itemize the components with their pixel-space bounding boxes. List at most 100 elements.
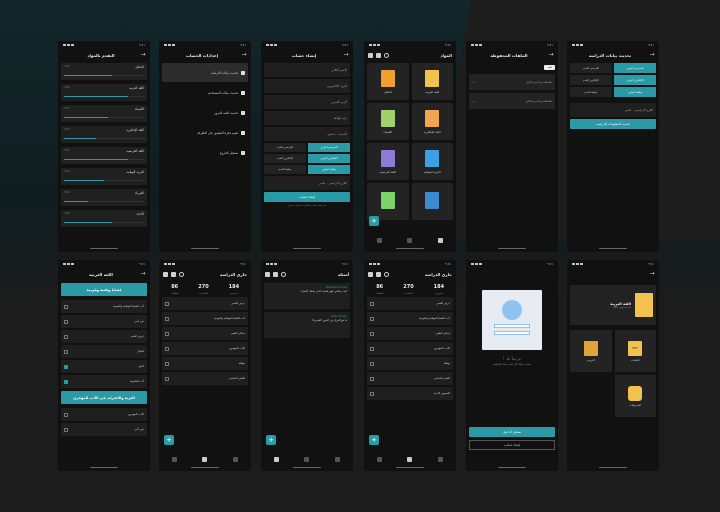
nav-chat-icon[interactable] [407, 456, 413, 462]
checkbox[interactable] [165, 376, 169, 381]
lesson-row[interactable]: المقال [61, 345, 147, 358]
file-badge[interactable]: ملف [544, 65, 555, 70]
checkbox[interactable] [370, 316, 374, 321]
subject-card[interactable]: الكيمياء [367, 103, 409, 140]
back-arrow-icon[interactable]: → [649, 271, 655, 277]
checkbox[interactable] [370, 376, 374, 381]
subject-card[interactable] [411, 183, 453, 220]
subject-card[interactable] [367, 183, 409, 220]
back-arrow-icon[interactable]: → [343, 52, 349, 58]
nav-settings-icon[interactable] [376, 456, 382, 462]
saved-note[interactable]: ملاحظة من الدرس الأول ---- [469, 74, 555, 90]
files-card[interactable]: PDF الملفات [614, 330, 656, 372]
form-field[interactable]: الرمز السري [264, 95, 350, 109]
settings-item[interactable]: تسجيل الخروج [162, 143, 248, 162]
checkbox[interactable] [64, 304, 68, 309]
gear-icon[interactable] [265, 271, 270, 277]
back-arrow-icon[interactable]: → [649, 52, 655, 58]
option-chip[interactable]: الإنكليزي أجباري [614, 75, 656, 85]
lesson-row[interactable]: الأدب المهجري [162, 342, 248, 355]
progress-card[interactable]: الفيزياء %30 [61, 189, 147, 206]
form-field[interactable]: الاسم الثلاثي [264, 63, 350, 77]
settings-item[interactable]: تقييم فكرة التطبيق على التلغرام [162, 123, 248, 142]
add-button[interactable]: + [266, 435, 276, 445]
subject-card[interactable]: اللغة العربية [411, 63, 453, 100]
progress-card[interactable]: التربية الوطنية %50 [61, 168, 147, 185]
sun-icon[interactable] [384, 52, 389, 58]
lesson-row[interactable]: الأدب المهجري [367, 342, 453, 355]
folder-icon[interactable] [376, 52, 381, 58]
subject-card[interactable]: التربية الوطنية [411, 143, 453, 180]
sun-icon[interactable] [281, 271, 286, 277]
option-chip[interactable]: وطنية الخدم [570, 87, 612, 97]
lesson-row[interactable]: أدب القضايا الوطنية والقومية [61, 300, 147, 313]
gear-icon[interactable] [368, 271, 373, 277]
form-field[interactable]: البريد الالكتروني [264, 79, 350, 93]
branch-select[interactable]: الفرع الدراسي - علمي [570, 103, 656, 117]
checkbox[interactable] [370, 346, 374, 351]
checkbox[interactable] [64, 319, 68, 324]
nav-settings-icon[interactable] [171, 456, 177, 462]
checkbox[interactable] [165, 346, 169, 351]
subject-card[interactable]: اللغة الإنكليزية [411, 103, 453, 140]
lessons-card[interactable]: الدروس [570, 330, 612, 372]
question-card[interactable]: Mohamed Ahmed كيف يمكنني فهم قصيدة النثر … [264, 283, 350, 309]
lesson-row[interactable]: توطئة [162, 357, 248, 370]
subject-card[interactable]: اللغة الفرنسية [367, 143, 409, 180]
settings-item[interactable]: تحديث بيانات المستخدم [162, 83, 248, 102]
option-chip[interactable]: وطنية أجباري [308, 165, 350, 174]
lesson-row[interactable]: النصوص الأدبية [367, 387, 453, 400]
lesson-row[interactable]: مجالي الطبي [162, 327, 248, 340]
videos-card[interactable]: الفيديوهات [614, 375, 656, 417]
checkbox[interactable] [165, 301, 169, 306]
nav-chat-icon[interactable] [202, 456, 208, 462]
back-arrow-icon[interactable]: → [140, 271, 146, 277]
form-field[interactable]: رقم الهاتف [264, 111, 350, 125]
lesson-row[interactable]: توطئة [367, 357, 453, 370]
section-banner[interactable]: قضايا وطنية وقومية [61, 283, 147, 296]
checkbox[interactable] [64, 412, 68, 417]
nav-books-icon[interactable] [438, 237, 444, 243]
question-card[interactable]: Omar Hassan ما هو الفرق بين البحور الشعري… [264, 312, 350, 338]
lesson-row[interactable]: الشعر العباسي [162, 372, 248, 385]
nav-chat-icon[interactable] [304, 456, 310, 462]
option-chip[interactable]: وطنية أجباري [614, 87, 656, 97]
option-chip[interactable]: الفرنسي الخدم [264, 143, 306, 152]
checkbox[interactable] [64, 349, 68, 354]
lesson-row[interactable]: الشعر العباسي [367, 372, 453, 385]
nav-books-icon[interactable] [335, 456, 341, 462]
settings-item[interactable]: تحديث كلمة المرور [162, 103, 248, 122]
update-button[interactable]: تحديث المعلومات الدراسية [570, 119, 656, 129]
lesson-row[interactable]: النحو [61, 360, 147, 373]
checkbox[interactable] [370, 331, 374, 336]
checkbox[interactable] [370, 361, 374, 366]
branch-select[interactable]: الفرع الدراسي - علمي [264, 176, 350, 190]
option-chip[interactable]: وطنية الخدم [264, 165, 306, 174]
checkbox[interactable] [370, 391, 374, 396]
checkbox[interactable] [165, 316, 169, 321]
saved-note[interactable]: ملاحظة من الدرس الثاني ---- [469, 93, 555, 109]
checkbox[interactable] [165, 361, 169, 366]
add-button[interactable]: + [164, 435, 174, 445]
progress-card[interactable]: اللغة العربية %80 [61, 84, 147, 101]
progress-card[interactable]: التحليل %60 [61, 63, 147, 80]
progress-card[interactable]: الأحياء %60 [61, 210, 147, 227]
option-chip[interactable]: الفرنسي الخدم [570, 63, 612, 73]
lesson-row[interactable]: أدب المقاومة [61, 375, 147, 388]
back-arrow-icon[interactable]: → [140, 52, 146, 58]
form-field[interactable]: المدينة - دمشق [264, 127, 350, 141]
back-arrow-icon[interactable]: → [241, 52, 247, 58]
subject-card[interactable]: التحليل [367, 63, 409, 100]
nav-books-icon[interactable] [233, 456, 239, 462]
settings-item[interactable]: تحديث بيانات الدراسة [162, 63, 248, 82]
login-button[interactable]: تسجيل الدخول [469, 427, 555, 437]
folder-icon[interactable] [273, 271, 278, 277]
checkbox[interactable] [165, 331, 169, 336]
folder-icon[interactable] [376, 271, 381, 277]
checkbox[interactable] [370, 301, 374, 306]
lesson-row[interactable]: نص أدبي [61, 315, 147, 328]
progress-card[interactable]: اللغة الإنكليزية %40 [61, 126, 147, 143]
lesson-row[interactable]: أدب القضايا الوطنية والقومية [162, 312, 248, 325]
gear-icon[interactable] [163, 271, 168, 277]
add-button[interactable]: + [369, 216, 379, 226]
